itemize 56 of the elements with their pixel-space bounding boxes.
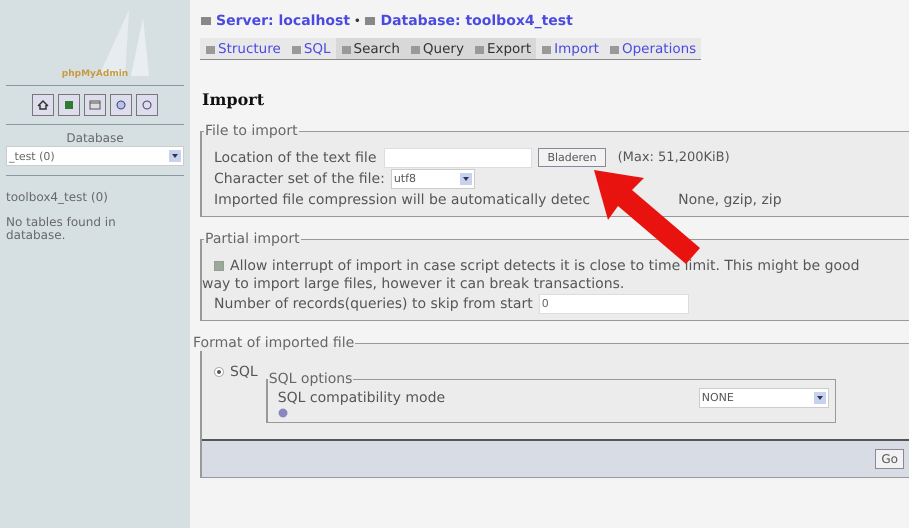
field-label: Location of the text file: [214, 150, 376, 166]
empty-note: No tables found in database.: [6, 216, 117, 242]
checkbox-label: way to import large files, however it can break transactions.: [202, 276, 626, 293]
checkbox[interactable]: [214, 260, 224, 270]
field-label: Number of records(queries) to skip from start: [214, 296, 533, 312]
file-path-field[interactable]: [384, 148, 532, 168]
go-button[interactable]: Go: [875, 449, 904, 469]
page-heading: Import: [202, 90, 266, 109]
toolbar-button[interactable]: [32, 94, 54, 116]
radio-button[interactable]: [214, 366, 224, 376]
dropdown-icon: [814, 392, 826, 404]
breadcrumb-link[interactable]: Database: toolbox4_test: [380, 13, 573, 29]
charset-select[interactable]: utf8: [390, 168, 475, 188]
database-label: Database: [65, 131, 125, 145]
toolbar-button[interactable]: [110, 94, 132, 116]
dropdown-icon: [169, 150, 181, 162]
compatibility-select[interactable]: NONE: [698, 388, 829, 408]
fieldset-legend: Partial import: [204, 231, 301, 247]
tab-icon: [608, 44, 620, 54]
database-select[interactable]: _test (0): [6, 146, 184, 166]
toolbar-button[interactable]: [84, 94, 106, 116]
tab[interactable]: SQL: [286, 38, 336, 59]
skip-count-field[interactable]: 0: [538, 294, 689, 314]
info-icon: [278, 408, 288, 418]
toolbar-button[interactable]: [136, 94, 158, 116]
field-label: Character set of the file:: [214, 170, 385, 186]
tab-icon: [410, 44, 421, 54]
compression-note: None, gzip, zip: [678, 192, 782, 208]
tab-icon: [541, 44, 552, 54]
server-icon: [200, 15, 212, 27]
database-link[interactable]: toolbox4_test (0): [6, 190, 184, 204]
tab-icon: [340, 44, 352, 54]
fieldset-legend: SQL options: [268, 371, 354, 387]
tab[interactable]: Export: [468, 38, 536, 59]
home-icon: [35, 97, 51, 113]
database-icon: [364, 15, 376, 27]
breadcrumb-link[interactable]: Server: localhost: [216, 13, 350, 29]
tab[interactable]: Import: [536, 38, 604, 59]
tab-icon: [205, 44, 216, 54]
max-size-note: (Max: 51,200KiB): [618, 150, 730, 165]
field-label: SQL compatibility mode: [278, 390, 446, 406]
tab[interactable]: Search: [336, 38, 405, 59]
tab[interactable]: Query: [404, 38, 469, 59]
tab[interactable]: Operations: [604, 38, 702, 59]
fieldset-legend: Format of imported file: [192, 335, 356, 351]
compression-note: Imported file compression will be automatically detec: [214, 192, 590, 208]
separator-icon: •: [354, 16, 360, 26]
fieldset-legend: File to import: [204, 123, 299, 139]
logo-text: phpMyAdmin: [62, 69, 128, 79]
tab-icon: [474, 44, 485, 54]
tab[interactable]: Structure: [200, 38, 286, 59]
checkbox-label: Allow interrupt of import in case script detects it is close to time limit. This might be good: [230, 258, 860, 274]
radio-label: SQL: [230, 364, 258, 380]
tab-icon: [290, 44, 302, 54]
browse-button[interactable]: Bladeren: [538, 148, 606, 167]
dropdown-icon: [460, 172, 472, 184]
